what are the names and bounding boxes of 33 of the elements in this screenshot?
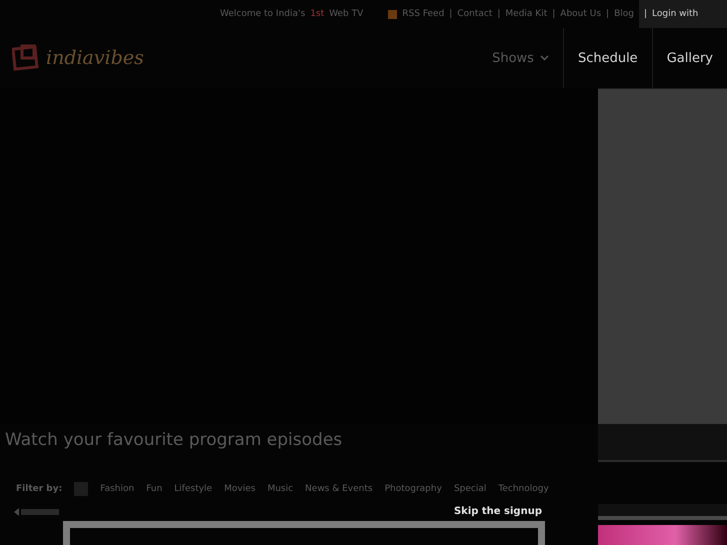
top-link[interactable]: About Us	[560, 9, 602, 19]
filter-option[interactable]: Technology	[498, 482, 549, 496]
top-link[interactable]: Media Kit	[505, 9, 548, 19]
top-link[interactable]: RSS Feed	[402, 9, 444, 19]
separator: |	[644, 9, 648, 19]
filter-option[interactable]: Photography	[384, 482, 442, 496]
filter-label: Filter by:	[16, 484, 62, 494]
welcome-text: Welcome to India's	[220, 9, 306, 19]
filter-option[interactable]	[74, 482, 88, 496]
separator: |	[449, 9, 452, 19]
welcome-highlight: 1st	[310, 9, 324, 19]
filter-option[interactable]: Special	[454, 482, 486, 496]
top-link[interactable]: Blog	[614, 9, 634, 19]
section-heading: Watch your favourite program episodes	[5, 430, 344, 452]
separator: |	[552, 9, 556, 19]
filter-option[interactable]: News & Events	[305, 482, 373, 496]
filter-option[interactable]: Movies	[224, 482, 256, 496]
left-arrow-icon	[14, 508, 19, 516]
filter-option[interactable]: Music	[267, 482, 294, 496]
nav-item[interactable]: Shows	[478, 28, 563, 88]
filter-option[interactable]: Fun	[146, 482, 162, 496]
logo-text[interactable]: indiavibes	[46, 47, 144, 69]
top-link[interactable]: Contact	[457, 9, 492, 19]
separator: |	[497, 9, 500, 19]
scroll-bar[interactable]	[21, 508, 59, 514]
login-link[interactable]: Login with	[652, 9, 698, 19]
separator: |	[606, 9, 610, 19]
skip-signup-link[interactable]: Skip the signup	[454, 506, 542, 517]
rss-icon	[388, 10, 398, 18]
filter-option[interactable]: Fashion	[100, 482, 134, 496]
welcome-text: Web TV	[329, 9, 364, 19]
filter-option[interactable]: Lifestyle	[174, 482, 212, 496]
chevron-icon	[540, 55, 549, 61]
